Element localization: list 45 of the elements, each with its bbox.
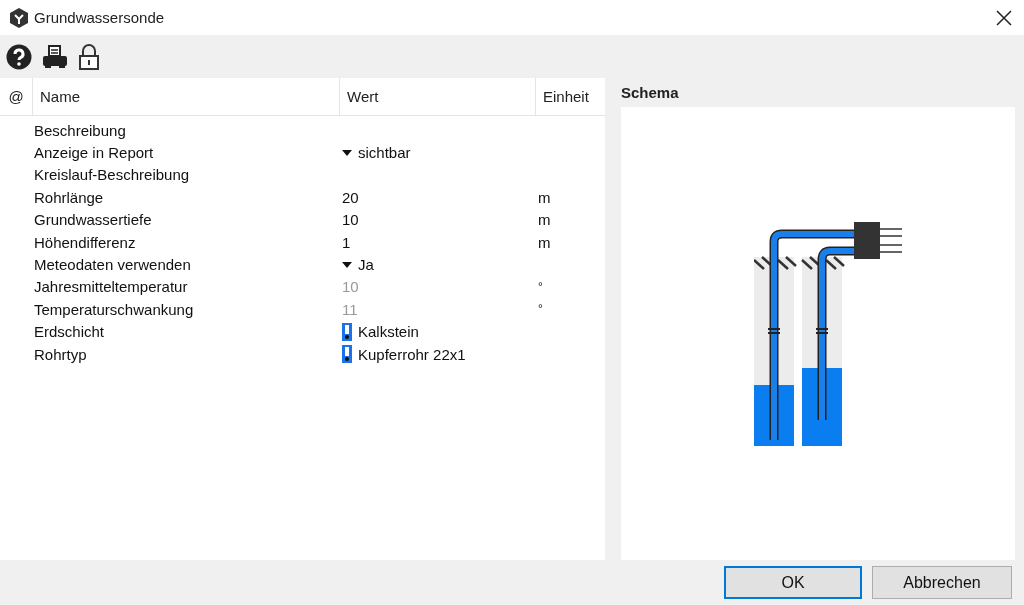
property-value: 10 [342,211,359,229]
property-name: Beschreibung [34,121,126,139]
panel-title: Schema [621,83,680,103]
property-name: Rohrtyp [34,345,87,363]
property-name: Erdschicht [34,323,105,341]
cancel-button[interactable]: Abbrechen [872,566,1012,599]
close-button[interactable] [994,7,1014,28]
property-unit: m [538,211,551,229]
lock-icon [78,43,100,70]
property-unit: ° [538,279,543,294]
catalog-icon [342,345,352,364]
property-name: Anzeige in Report [34,144,154,162]
printer-icon [42,44,68,69]
lock-button[interactable] [78,43,100,70]
help-button[interactable] [6,43,32,70]
property-name: Temperaturschwankung [34,300,194,318]
property-value[interactable]: Kupferrohr 22x1 [358,345,466,363]
property-value: 1 [342,233,351,251]
property-value[interactable]: Kalkstein [358,323,419,341]
property-value[interactable]: Ja [358,256,374,274]
caret-icon [342,149,352,156]
caret-icon [342,261,352,268]
property-name: Höhendifferenz [34,233,136,251]
print-button[interactable] [42,44,68,69]
column-header: Name [32,78,339,115]
property-unit: m [538,188,551,206]
app-logo-icon [10,7,28,28]
property-value: 20 [342,188,359,206]
column-header: @ [7,87,25,107]
property-unit: m [538,233,551,251]
property-name: Jahresmitteltemperatur [34,278,188,296]
property-value: 10 [342,278,359,296]
property-name: Rohrlänge [34,188,104,206]
property-name: Grundwassertiefe [34,211,152,229]
column-header: Einheit [535,78,604,115]
window-title: Grundwassersonde [34,9,166,26]
property-value: 11 [342,300,358,318]
property-unit: ° [538,302,543,317]
ok-button[interactable]: OK [724,566,862,599]
property-name: Meteodaten verwenden [34,256,191,274]
property-value[interactable]: sichtbar [358,144,411,162]
property-name: Kreislauf-Beschreibung [34,166,190,184]
catalog-icon [342,322,352,341]
help-icon [6,43,32,70]
column-header: Wert [339,78,535,115]
